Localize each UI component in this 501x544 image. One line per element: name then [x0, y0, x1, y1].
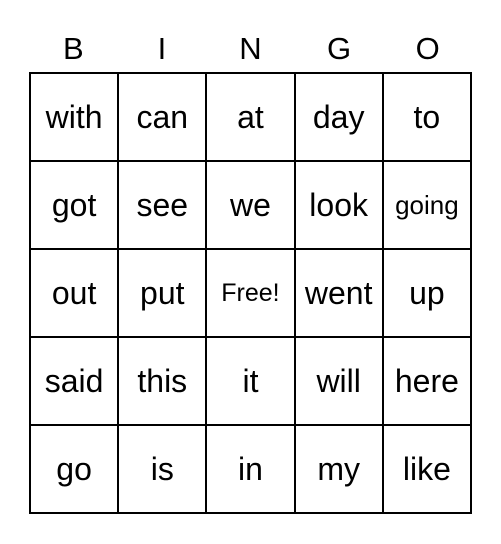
bingo-cell[interactable]: can — [117, 72, 208, 162]
bingo-cell[interactable]: will — [293, 336, 384, 426]
bingo-cell[interactable]: at — [205, 72, 296, 162]
header-letter-i: I — [157, 31, 167, 66]
bingo-cell[interactable]: see — [117, 160, 208, 250]
bingo-cell[interactable]: put — [117, 248, 208, 338]
bingo-grid: with can at day to got see we look going… — [28, 72, 473, 514]
header-letter-g: G — [327, 31, 352, 66]
bingo-cell[interactable]: day — [293, 72, 384, 162]
bingo-cell[interactable]: said — [28, 336, 120, 426]
bingo-cell[interactable]: it — [205, 336, 296, 426]
grid-row: with can at day to — [28, 72, 473, 162]
grid-row: said this it will here — [28, 336, 473, 426]
header-letter-o: O — [415, 31, 440, 66]
grid-row: out put Free! went up — [28, 248, 473, 338]
bingo-cell[interactable]: going — [381, 160, 473, 250]
bingo-cell[interactable]: my — [293, 424, 384, 514]
bingo-cell[interactable]: got — [28, 160, 120, 250]
bingo-cell[interactable]: to — [381, 72, 473, 162]
bingo-cell[interactable]: with — [28, 72, 120, 162]
bingo-cell[interactable]: out — [28, 248, 120, 338]
bingo-cell[interactable]: in — [205, 424, 296, 514]
grid-row: go is in my like — [28, 424, 473, 514]
bingo-cell[interactable]: like — [381, 424, 473, 514]
bingo-header: B I N G O — [29, 28, 472, 70]
bingo-cell[interactable]: went — [293, 248, 384, 338]
grid-row: got see we look going — [28, 160, 473, 250]
free-space-cell[interactable]: Free! — [205, 248, 296, 338]
bingo-cell[interactable]: up — [381, 248, 473, 338]
bingo-cell[interactable]: look — [293, 160, 384, 250]
bingo-cell[interactable]: go — [28, 424, 120, 514]
bingo-cell[interactable]: is — [117, 424, 208, 514]
header-letter-b: B — [62, 31, 84, 66]
header-letter-n: N — [239, 31, 262, 66]
bingo-cell[interactable]: we — [205, 160, 296, 250]
bingo-cell[interactable]: here — [381, 336, 473, 426]
bingo-cell[interactable]: this — [117, 336, 208, 426]
